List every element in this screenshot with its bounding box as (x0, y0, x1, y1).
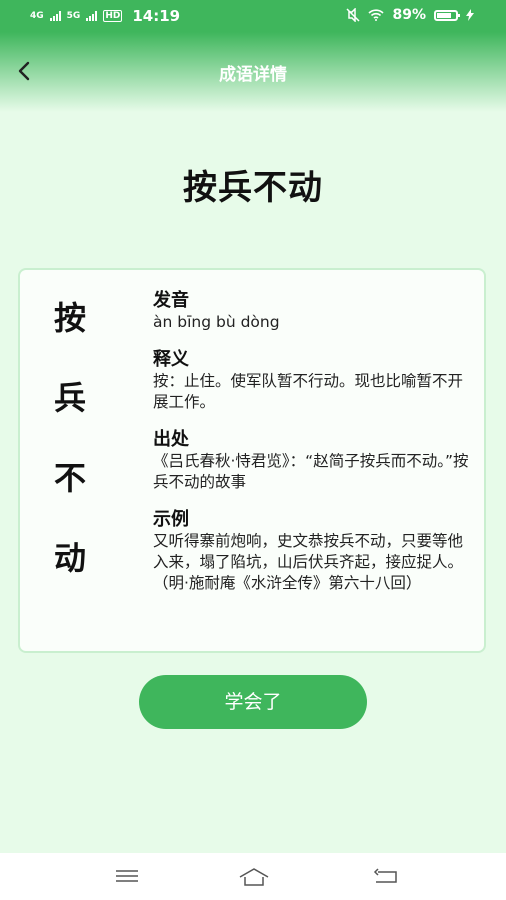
network-5g-label: 5G (66, 10, 81, 21)
source-section: 出处 《吕氏春秋·恃君览》：“赵简子按兵而不动。”按兵不动的故事 (153, 429, 473, 493)
section-label: 发音 (153, 290, 189, 311)
section-text: 按：止住。使军队暂不行动。现也比喻暂不开展工作。 (153, 372, 464, 411)
idiom-sections: 发音 àn bīng bù dòng 释义 按：止住。使军队暂不行动。现也比喻暂… (153, 290, 473, 610)
menu-icon[interactable] (113, 865, 141, 887)
status-left: 4G 5G HD 14:19 (30, 7, 180, 25)
example-section: 示例 又听得寨前炮响，史文恭按兵不动，只要等他入来，塌了陷坑，山后伏兵齐起，接应… (153, 509, 473, 594)
section-label: 释义 (153, 349, 189, 370)
section-label: 出处 (153, 429, 189, 450)
meaning-section: 释义 按：止住。使军队暂不行动。现也比喻暂不开展工作。 (153, 349, 473, 413)
section-text: àn bīng bù dòng (153, 313, 280, 331)
section-text: 《吕氏春秋·恃君览》：“赵简子按兵而不动。”按兵不动的故事 (153, 452, 469, 491)
idiom-char: 动 (54, 539, 87, 577)
learned-button[interactable]: 学会了 (139, 675, 367, 729)
clock: 14:19 (132, 7, 181, 25)
idiom-char: 不 (54, 459, 87, 497)
system-nav-bar (0, 853, 506, 900)
battery-fill (437, 12, 451, 18)
idiom-char: 兵 (54, 379, 87, 417)
home-icon[interactable] (238, 865, 270, 887)
header: 成语详情 (0, 32, 506, 112)
status-bar: 4G 5G HD 14:19 89% (0, 0, 506, 32)
network-4g-label: 4G (30, 10, 44, 21)
signal-icon (49, 11, 61, 21)
mute-icon (346, 8, 361, 22)
signal-icon-2 (86, 11, 98, 21)
idiom-detail-card: 按 兵 不 动 发音 àn bīng bù dòng 释义 按：止住。使军队暂不… (18, 268, 486, 653)
idiom-chars: 按 兵 不 动 (54, 300, 114, 620)
section-label: 示例 (153, 509, 189, 530)
idiom-title: 按兵不动 (183, 168, 323, 208)
bolt-icon (466, 9, 474, 21)
battery-icon (434, 9, 460, 21)
hd-badge: HD (103, 10, 123, 22)
section-text: 又听得寨前炮响，史文恭按兵不动，只要等他入来，塌了陷坑，山后伏兵齐起，接应捉人。… (153, 532, 464, 592)
battery-percent: 89% (392, 7, 426, 23)
idiom-char: 按 (54, 299, 87, 337)
status-right: 89% (346, 7, 474, 23)
wifi-icon (368, 9, 385, 21)
pronunciation-section: 发音 àn bīng bù dòng (153, 290, 473, 333)
return-icon[interactable] (372, 865, 400, 887)
page-title: 成语详情 (219, 65, 287, 85)
